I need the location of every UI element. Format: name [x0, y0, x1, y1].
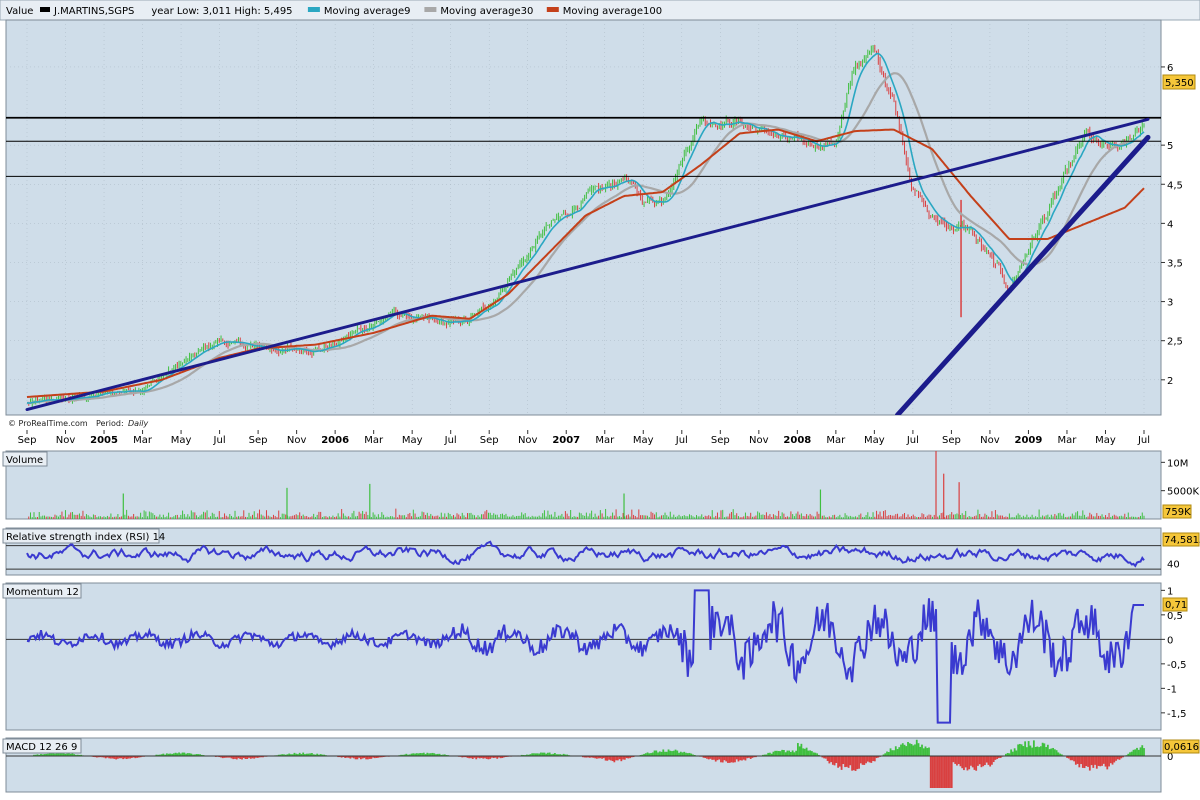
rsi-tick-label: 40 — [1167, 559, 1180, 570]
value-label: Value — [6, 6, 33, 17]
x-tick-label: Nov — [287, 435, 307, 446]
momentum-tick-label: -1 — [1167, 684, 1177, 695]
macd-panel-background — [5, 737, 1162, 793]
price-panel: 2 2,5 3 3,5 4 4,5 5 6 5,350 © ProRealTime.com P… — [5, 19, 1196, 428]
x-tick-label: 2007 — [552, 435, 580, 446]
volume-title: Volume — [6, 455, 43, 466]
rsi-panel: Relative strength index (RSI) 14 40 74,5… — [2, 527, 1200, 576]
volume-panel-background — [5, 450, 1162, 520]
macd-y-axis: 0 — [1167, 752, 1173, 763]
macd-last-label: 0,0616 — [1164, 742, 1199, 753]
year-range-text: year Low: 3,011 High: 5,495 — [151, 6, 292, 17]
x-tick-label: Sep — [711, 435, 730, 446]
x-tick-label: Nov — [518, 435, 538, 446]
price-tick-label: 6 — [1167, 63, 1173, 74]
x-tick-label: May — [864, 435, 885, 446]
x-tick-label: Mar — [826, 435, 846, 446]
momentum-tick-label: -0,5 — [1167, 660, 1187, 671]
legend-swatch-0 — [307, 7, 320, 12]
legend-symbol: J.MARTINS,SGPS — [53, 6, 134, 17]
volume-last-label: 759K — [1165, 507, 1191, 518]
period-label: Period: — [96, 419, 124, 428]
x-tick-label: May — [1095, 435, 1116, 446]
x-tick-label: Nov — [56, 435, 76, 446]
legend-swatch-1 — [424, 7, 437, 12]
volume-y-axis: 10M 5000K — [1161, 458, 1199, 498]
momentum-title: Momentum 12 — [6, 587, 79, 598]
price-tick-label: 5 — [1167, 141, 1173, 152]
chart-legend: J.MARTINS,SGPS year Low: 3,011 High: 5,49… — [40, 6, 662, 17]
x-tick-label: Jul — [213, 435, 226, 446]
momentum-panel: Momentum 12 1 0,5 0 -0,5 -1 -1,5 0,71 — [2, 582, 1188, 731]
rsi-y-axis: 40 — [1167, 559, 1180, 570]
x-tick-label: May — [171, 435, 192, 446]
x-tick-label: Jul — [675, 435, 688, 446]
x-tick-label: Sep — [480, 435, 499, 446]
x-tick-label: Mar — [364, 435, 384, 446]
price-tick-label: 2,5 — [1167, 337, 1183, 348]
x-tick-label: Mar — [1058, 435, 1078, 446]
stock-chart: Value J.MARTINS,SGPS year Low: 3,011 High… — [0, 0, 1200, 793]
momentum-panel-background — [5, 582, 1162, 731]
legend-item-0: Moving average9 — [324, 6, 411, 17]
macd-tick-label: 0 — [1167, 752, 1173, 763]
rsi-last-label: 74,5815 — [1164, 535, 1200, 546]
x-tick-label: Mar — [595, 435, 615, 446]
x-tick-label: Sep — [942, 435, 961, 446]
x-tick-label: 2008 — [783, 435, 811, 446]
x-tick-label: 2009 — [1015, 435, 1043, 446]
momentum-tick-label: -1,5 — [1167, 709, 1187, 720]
price-y-axis: 2 2,5 3 3,5 4 4,5 5 6 — [1161, 63, 1183, 387]
volume-tick-label: 5000K — [1167, 487, 1199, 498]
x-tick-label: Mar — [133, 435, 153, 446]
price-tick-label: 3,5 — [1167, 258, 1183, 269]
x-tick-label: Sep — [18, 435, 37, 446]
x-tick-label: Jul — [1137, 435, 1150, 446]
x-tick-label: 2006 — [321, 435, 349, 446]
price-tick-label: 4 — [1167, 219, 1173, 230]
last-price-label: 5,350 — [1165, 78, 1194, 89]
momentum-tick-label: 1 — [1167, 586, 1173, 597]
volume-tick-label: 10M — [1167, 458, 1188, 469]
x-tick-label: May — [633, 435, 654, 446]
rsi-title: Relative strength index (RSI) 14 — [6, 532, 165, 543]
x-tick-label: Sep — [249, 435, 268, 446]
momentum-last-label: 0,71 — [1165, 600, 1187, 611]
macd-title: MACD 12 26 9 — [6, 742, 77, 753]
period-value: Daily — [128, 419, 149, 428]
credit-text: © ProRealTime.com — [8, 419, 88, 428]
legend-item-1: Moving average30 — [440, 6, 533, 17]
legend-swatch-2 — [546, 7, 559, 12]
legend-item-2: Moving average100 — [563, 6, 662, 17]
legend-swatch-symbol — [40, 7, 50, 12]
x-tick-label: Nov — [749, 435, 769, 446]
x-tick-label: May — [402, 435, 423, 446]
price-tick-label: 3 — [1167, 298, 1173, 309]
price-tick-label: 2 — [1167, 376, 1173, 387]
x-tick-label: Nov — [980, 435, 1000, 446]
price-tick-label: 4,5 — [1167, 180, 1183, 191]
x-tick-label: Jul — [444, 435, 457, 446]
x-tick-label: 2005 — [90, 435, 118, 446]
chart-header: Value J.MARTINS,SGPS year Low: 3,011 High… — [0, 0, 1200, 21]
macd-panel: MACD 12 26 9 0 0,0616 — [2, 737, 1200, 793]
momentum-tick-label: 0,5 — [1167, 611, 1183, 622]
x-tick-label: Jul — [906, 435, 919, 446]
momentum-tick-label: 0 — [1167, 635, 1173, 646]
volume-panel: Volume 10M 5000K 759K — [2, 450, 1199, 520]
